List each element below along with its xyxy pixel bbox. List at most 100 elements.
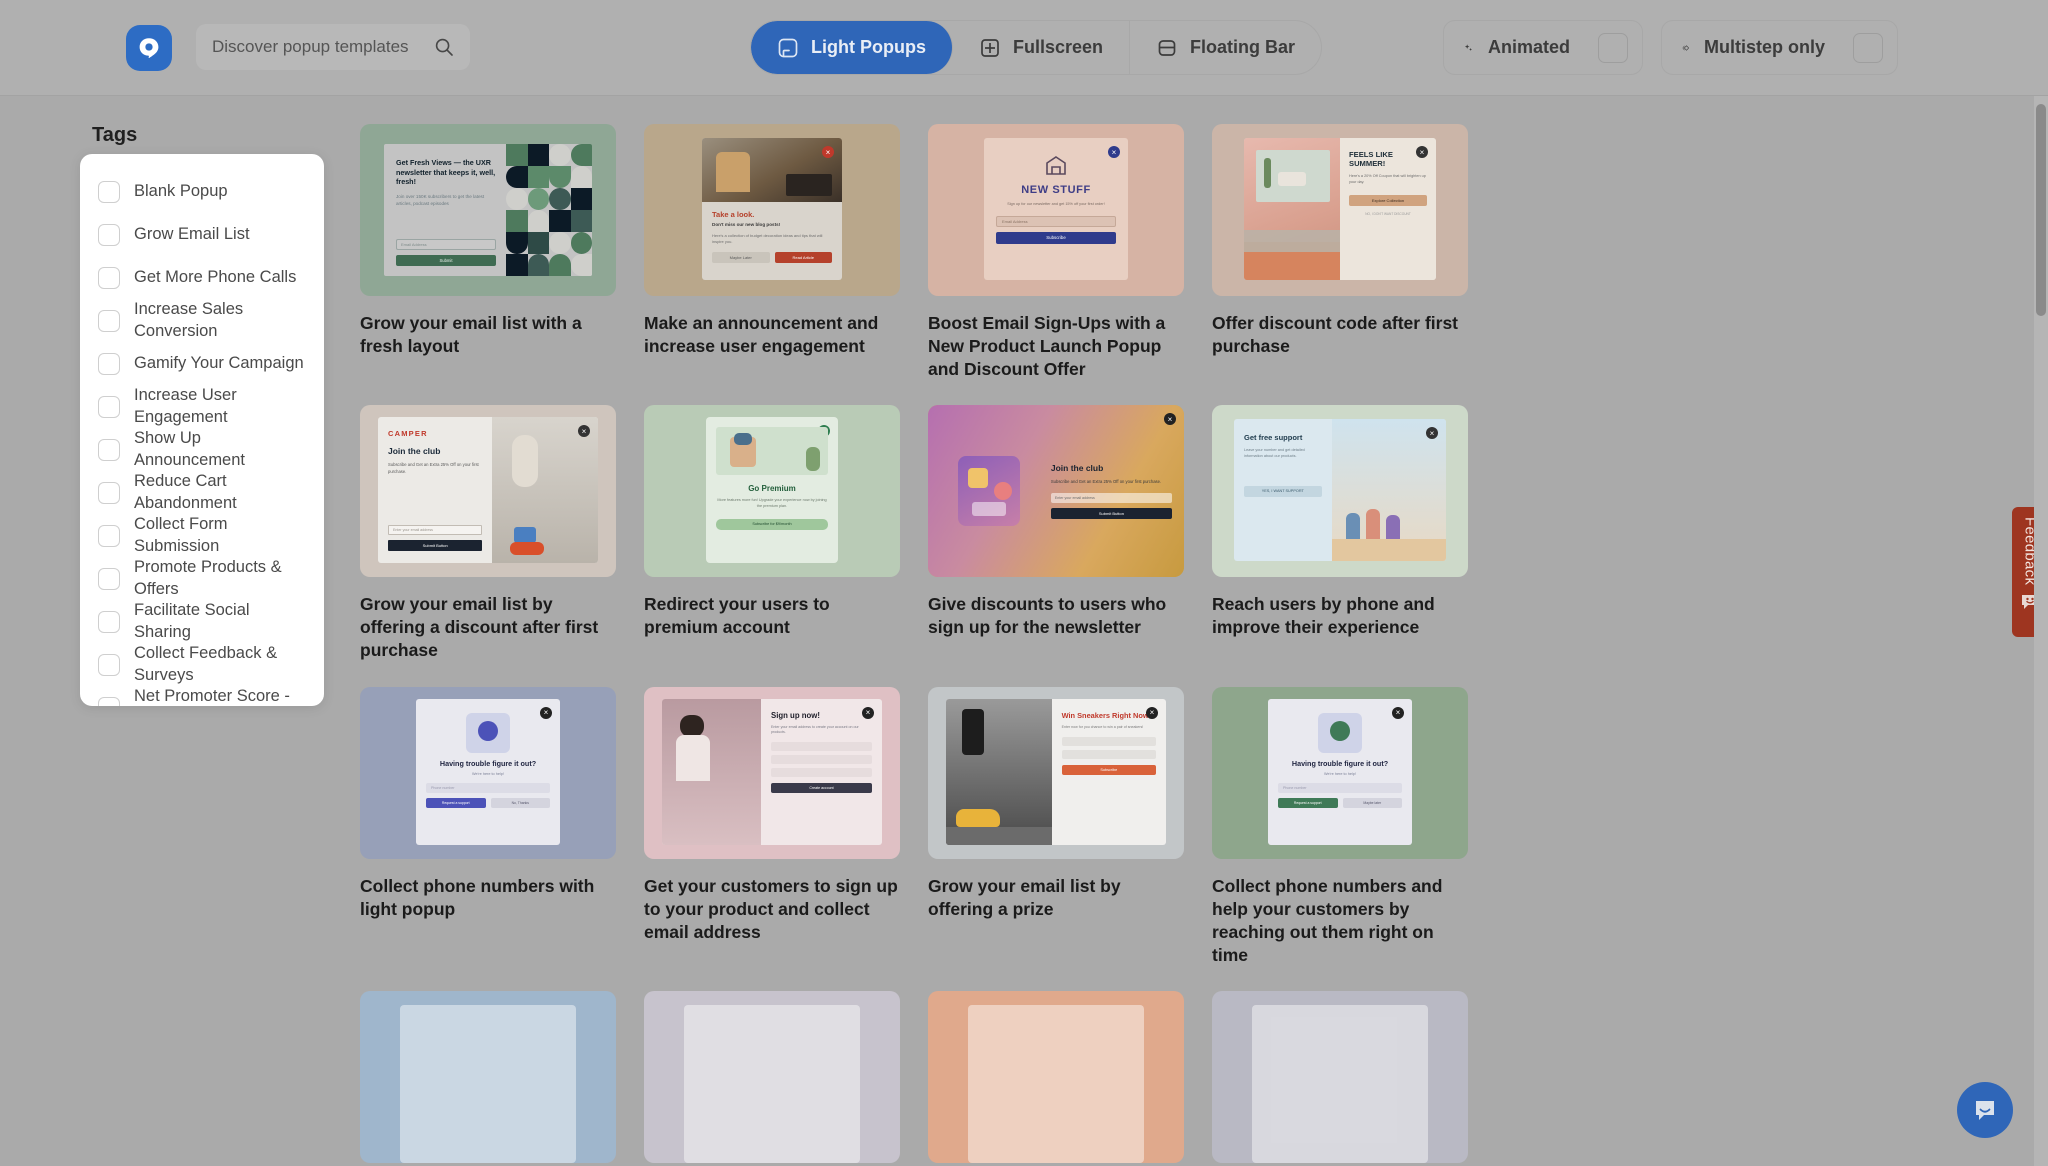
template-card[interactable]: × Having trouble figure it out? We're he… — [360, 686, 616, 967]
tag-checkbox[interactable] — [98, 481, 120, 504]
popup-close-icon[interactable]: × — [1146, 706, 1158, 719]
template-thumbnail[interactable]: × Having trouble figure it out? We're he… — [1212, 686, 1468, 859]
template-thumbnail[interactable]: × Go Premium More features more fun! Upg… — [644, 405, 900, 578]
popup-close-icon[interactable]: × — [1425, 427, 1438, 440]
template-card-title: Make an announcement and increase user e… — [644, 313, 879, 357]
template-card[interactable] — [360, 990, 616, 1166]
popup-close-icon[interactable]: × — [1164, 413, 1176, 426]
tag-checkbox[interactable] — [98, 524, 120, 547]
layers-diamond-icon — [1682, 44, 1689, 51]
filter-animated[interactable]: Animated — [1443, 20, 1643, 75]
popup-close-icon[interactable]: × — [1392, 706, 1404, 719]
template-preview: × Take a look. Don't miss our new blog p… — [644, 124, 900, 296]
template-thumbnail[interactable]: × Win Sneakers Right Now! Enter now for … — [928, 686, 1184, 859]
template-gallery[interactable]: Get Fresh Views — the UXR newsletter tha… — [360, 96, 2020, 1166]
template-thumbnail[interactable]: × NEW STUFF Sign up for our newsletter a… — [928, 124, 1184, 296]
tag-checkbox[interactable] — [98, 352, 120, 375]
template-card[interactable]: × Win Sneakers Right Now! Enter now for … — [928, 686, 1184, 967]
template-card[interactable]: × Having trouble figure it out? We're he… — [1212, 686, 1468, 967]
sparkle-icon — [1464, 43, 1472, 51]
popup-close-icon[interactable]: × — [1416, 146, 1428, 158]
filter-animated-checkbox[interactable] — [1598, 32, 1628, 63]
chat-launcher-button[interactable] — [1957, 1082, 2013, 1138]
filter-multistep-checkbox[interactable] — [1853, 32, 1883, 63]
tag-checkbox[interactable] — [98, 653, 120, 676]
template-card[interactable] — [644, 990, 900, 1166]
tag-checkbox[interactable] — [98, 266, 120, 289]
template-thumbnail[interactable] — [644, 990, 900, 1163]
tag-item[interactable]: Promote Products & Offers — [80, 557, 324, 600]
tag-item[interactable]: Collect Form Submission — [80, 514, 324, 557]
template-card[interactable]: × NEW STUFF Sign up for our newsletter a… — [928, 124, 1184, 381]
template-thumbnail[interactable]: × Sign up now! Enter your email address … — [644, 686, 900, 859]
template-thumbnail[interactable]: Get free support Leave your number and g… — [1212, 405, 1468, 578]
tag-checkbox[interactable] — [98, 309, 120, 332]
tab-light-popups-label: Light Popups — [811, 37, 926, 57]
tag-checkbox[interactable] — [98, 438, 120, 461]
template-card[interactable]: Get Fresh Views — the UXR newsletter tha… — [360, 124, 616, 381]
search-icon[interactable] — [434, 37, 454, 57]
template-card[interactable]: × Sign up now! Enter your email address … — [644, 686, 900, 967]
popup-close-icon[interactable]: × — [822, 146, 834, 158]
template-thumbnail[interactable]: × FEELS LIKE SUMMER! Here's a 20% Off Co… — [1212, 124, 1468, 296]
popupsmart-logo-icon[interactable] — [126, 25, 172, 71]
fullscreen-icon — [981, 38, 999, 57]
popup-close-icon[interactable]: × — [540, 706, 552, 719]
tag-item[interactable]: Facilitate Social Sharing — [80, 600, 324, 643]
template-thumbnail[interactable]: × Join the club Subscribe and Get an Ext… — [928, 405, 1184, 578]
tag-checkbox[interactable] — [98, 395, 120, 418]
template-thumbnail[interactable] — [1212, 990, 1468, 1163]
template-card[interactable] — [928, 990, 1184, 1166]
tag-item[interactable]: Collect Feedback & Surveys — [80, 643, 324, 686]
template-preview: × Win Sneakers Right Now! Enter now for … — [928, 687, 1184, 859]
template-card[interactable]: CAMPER Join the club Subscribe and Get a… — [360, 405, 616, 662]
tag-checkbox[interactable] — [98, 696, 120, 706]
tag-checkbox[interactable] — [98, 567, 120, 590]
top-bar: Light Popups Fullscreen Floating Bar Ani… — [0, 0, 2048, 96]
search-input[interactable] — [212, 37, 434, 57]
popup-close-icon[interactable]: × — [862, 706, 874, 719]
tag-checkbox[interactable] — [98, 180, 120, 203]
template-preview: Get Fresh Views — the UXR newsletter tha… — [360, 124, 616, 296]
tag-item[interactable]: Blank Popup — [80, 170, 324, 213]
template-thumbnail[interactable] — [360, 990, 616, 1163]
tab-fullscreen[interactable]: Fullscreen — [953, 21, 1131, 74]
template-preview: × Having trouble figure it out? We're he… — [360, 687, 616, 859]
template-card[interactable]: × Go Premium More features more fun! Upg… — [644, 405, 900, 662]
template-thumbnail[interactable] — [928, 990, 1184, 1163]
tag-checkbox[interactable] — [98, 223, 120, 246]
search-box[interactable] — [196, 24, 470, 70]
template-card[interactable]: Get free support Leave your number and g… — [1212, 405, 1468, 662]
template-thumbnail[interactable]: × Having trouble figure it out? We're he… — [360, 686, 616, 859]
template-thumbnail[interactable]: CAMPER Join the club Subscribe and Get a… — [360, 405, 616, 578]
filter-multistep[interactable]: Multistep only — [1661, 20, 1898, 75]
tag-item[interactable]: Net Promoter Score - NPS — [80, 686, 324, 706]
template-card[interactable]: × Take a look. Don't miss our new blog p… — [644, 124, 900, 381]
template-card-title: Grow your email list by offering a prize — [928, 875, 1121, 919]
tags-panel[interactable]: Blank Popup Grow Email List Get More Phone… — [80, 154, 324, 706]
tab-floating-bar[interactable]: Floating Bar — [1130, 21, 1321, 74]
tag-checkbox[interactable] — [98, 610, 120, 633]
popup-close-icon[interactable]: × — [1108, 146, 1120, 158]
tag-item[interactable]: Reduce Cart Abandonment — [80, 471, 324, 514]
template-thumbnail[interactable]: × Take a look. Don't miss our new blog p… — [644, 124, 900, 296]
template-card[interactable]: × FEELS LIKE SUMMER! Here's a 20% Off Co… — [1212, 124, 1468, 381]
template-thumbnail[interactable]: Get Fresh Views — the UXR newsletter tha… — [360, 124, 616, 296]
popup-type-tabs: Light Popups Fullscreen Floating Bar — [750, 20, 1323, 75]
tag-item[interactable]: Get More Phone Calls — [80, 256, 324, 299]
tag-label: Show Up Announcement — [134, 429, 245, 469]
floating-bar-icon — [1158, 39, 1176, 56]
tag-label: Blank Popup — [134, 181, 228, 200]
template-card[interactable] — [1212, 990, 1468, 1166]
tag-item[interactable]: Show Up Announcement — [80, 428, 324, 471]
template-card[interactable]: × Join the club Subscribe and Get an Ext… — [928, 405, 1184, 662]
popup-close-icon[interactable]: × — [577, 425, 590, 438]
tag-item[interactable]: Grow Email List — [80, 213, 324, 256]
tag-item[interactable]: Gamify Your Campaign — [80, 342, 324, 385]
chat-bubble-icon — [1976, 1101, 1994, 1120]
page-scrollbar-thumb[interactable] — [2036, 104, 2046, 316]
tab-light-popups[interactable]: Light Popups — [751, 21, 953, 74]
template-preview: × Having trouble figure it out? We're he… — [1212, 687, 1468, 859]
tag-item[interactable]: Increase Sales Conversion — [80, 299, 324, 342]
tag-item[interactable]: Increase User Engagement — [80, 385, 324, 428]
